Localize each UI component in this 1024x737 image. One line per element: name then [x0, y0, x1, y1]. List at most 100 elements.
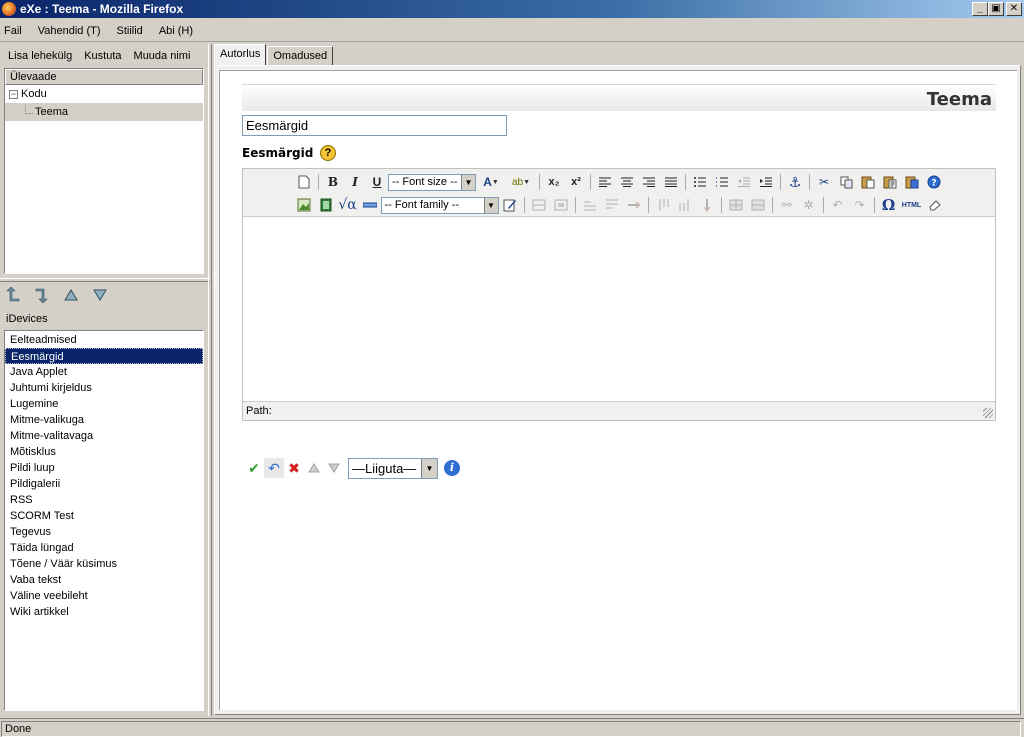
- paste-text-icon[interactable]: [880, 172, 900, 192]
- menu-styles[interactable]: Stiilid: [117, 25, 143, 37]
- anchor-icon[interactable]: ⚓: [785, 172, 805, 192]
- insert-col-before-icon[interactable]: [653, 195, 673, 215]
- info-icon[interactable]: i: [444, 460, 460, 476]
- align-left-icon[interactable]: [595, 172, 615, 192]
- insert-row-after-icon[interactable]: [602, 195, 622, 215]
- insert-col-after-icon[interactable]: [675, 195, 695, 215]
- cut-icon[interactable]: ✂: [814, 172, 834, 192]
- add-page-button[interactable]: Lisa lehekülg: [8, 50, 72, 62]
- idevice-item[interactable]: Mitme-valikuga: [5, 412, 203, 428]
- idevice-item[interactable]: Eesmärgid: [5, 348, 203, 364]
- idevice-item[interactable]: SCORM Test: [5, 508, 203, 524]
- outdent-icon[interactable]: [734, 172, 754, 192]
- menu-file[interactable]: Fail: [4, 25, 22, 37]
- edit-css-icon[interactable]: [500, 195, 520, 215]
- bullet-list-icon[interactable]: [690, 172, 710, 192]
- numbered-list-icon[interactable]: [712, 172, 732, 192]
- idevice-item[interactable]: Wiki artikkel: [5, 604, 203, 620]
- move-up-icon[interactable]: [304, 458, 324, 478]
- done-checkmark-icon[interactable]: ✔: [244, 458, 264, 478]
- separator: [574, 197, 576, 213]
- idevice-item[interactable]: Lugemine: [5, 396, 203, 412]
- eraser-icon[interactable]: [925, 195, 945, 215]
- move-down-icon[interactable]: [324, 458, 344, 478]
- table-row-props-icon[interactable]: [529, 195, 549, 215]
- horizontal-rule-icon[interactable]: [360, 195, 380, 215]
- undo-edit-icon[interactable]: ↶: [264, 458, 284, 478]
- separator: [647, 197, 649, 213]
- italic-icon[interactable]: I: [345, 172, 365, 192]
- text-color-icon[interactable]: A ▼: [477, 172, 505, 192]
- move-to-select[interactable]: —Liiguta— ▼: [348, 457, 438, 479]
- justify-icon[interactable]: [661, 172, 681, 192]
- maximize-button[interactable]: ▣: [988, 2, 1004, 16]
- underline-icon[interactable]: U: [367, 172, 387, 192]
- editor-text-area[interactable]: [243, 217, 995, 401]
- idevice-item[interactable]: Mõtisklus: [5, 444, 203, 460]
- paste-icon[interactable]: [858, 172, 878, 192]
- font-size-select[interactable]: -- Font size -- ▼: [388, 173, 476, 191]
- delete-col-icon[interactable]: [697, 195, 717, 215]
- idevice-item[interactable]: Java Applet: [5, 364, 203, 380]
- idevice-item[interactable]: Tõene / Väär küsimus: [5, 556, 203, 572]
- special-char-icon[interactable]: Ω: [879, 195, 899, 215]
- insert-image-icon[interactable]: [294, 195, 314, 215]
- idevice-item[interactable]: Vaba tekst: [5, 572, 203, 588]
- collapse-icon[interactable]: −: [9, 89, 18, 99]
- menu-tools[interactable]: Vahendid (T): [38, 25, 101, 37]
- superscript-icon[interactable]: x²: [566, 172, 586, 192]
- copy-icon[interactable]: [836, 172, 856, 192]
- subscript-icon[interactable]: x₂: [544, 172, 564, 192]
- idevice-item[interactable]: RSS: [5, 492, 203, 508]
- table-cell-props-icon[interactable]: [551, 195, 571, 215]
- link-icon[interactable]: ⚯: [777, 195, 797, 215]
- align-center-icon[interactable]: [617, 172, 637, 192]
- idevice-item[interactable]: Mitme-valitavaga: [5, 428, 203, 444]
- merge-cells-icon[interactable]: [748, 195, 768, 215]
- idevice-item[interactable]: Väline veebileht: [5, 588, 203, 604]
- delete-page-button[interactable]: Kustuta: [84, 50, 121, 62]
- new-document-icon[interactable]: [294, 172, 314, 192]
- tab-authoring[interactable]: Autorlus: [214, 44, 267, 66]
- math-formula-icon[interactable]: √α: [338, 195, 358, 215]
- font-family-select[interactable]: -- Font family -- ▼: [380, 196, 499, 214]
- indent-icon[interactable]: [756, 172, 776, 192]
- highlight-color-icon[interactable]: ab ▼: [507, 172, 535, 192]
- editor-status-bar: Path:: [243, 401, 995, 420]
- promote-arrow-icon[interactable]: [4, 286, 22, 304]
- idevice-item[interactable]: Tegevus: [5, 524, 203, 540]
- insert-row-before-icon[interactable]: [580, 195, 600, 215]
- align-right-icon[interactable]: [639, 172, 659, 192]
- close-button[interactable]: ✕: [1006, 2, 1022, 16]
- undo-icon[interactable]: ↶: [828, 195, 848, 215]
- move-up-icon[interactable]: [62, 286, 80, 304]
- insert-media-icon[interactable]: [316, 195, 336, 215]
- delete-icon[interactable]: ✖: [284, 458, 304, 478]
- vertical-splitter[interactable]: [208, 44, 212, 716]
- tree-node-home[interactable]: − Kodu: [5, 85, 203, 103]
- idevice-item[interactable]: Pildi luup: [5, 460, 203, 476]
- help-icon[interactable]: ?: [320, 145, 336, 161]
- tab-properties[interactable]: Omadused: [267, 46, 334, 66]
- html-source-button[interactable]: HTML: [901, 195, 923, 215]
- redo-icon[interactable]: ↷: [850, 195, 870, 215]
- unlink-icon[interactable]: ✲: [799, 195, 819, 215]
- minimize-button[interactable]: _: [972, 2, 988, 16]
- help-circle-icon[interactable]: ?: [924, 172, 944, 192]
- idevice-item[interactable]: Pildigalerii: [5, 476, 203, 492]
- bold-icon[interactable]: B: [323, 172, 343, 192]
- menu-help[interactable]: Abi (H): [159, 25, 193, 37]
- move-down-icon[interactable]: [91, 286, 109, 304]
- tree-node-topic[interactable]: Teema: [5, 103, 203, 121]
- idevice-title-input[interactable]: [242, 115, 507, 136]
- paste-word-icon[interactable]: [902, 172, 922, 192]
- rename-page-button[interactable]: Muuda nimi: [134, 50, 191, 62]
- demote-arrow-icon[interactable]: [33, 286, 51, 304]
- resize-handle-icon[interactable]: [983, 408, 993, 418]
- idevice-item[interactable]: Eelteadmised: [5, 332, 203, 348]
- idevice-item[interactable]: Juhtumi kirjeldus: [5, 380, 203, 396]
- delete-row-icon[interactable]: [624, 195, 644, 215]
- horizontal-splitter[interactable]: [0, 278, 210, 282]
- idevice-item[interactable]: Täida lüngad: [5, 540, 203, 556]
- split-cells-icon[interactable]: [726, 195, 746, 215]
